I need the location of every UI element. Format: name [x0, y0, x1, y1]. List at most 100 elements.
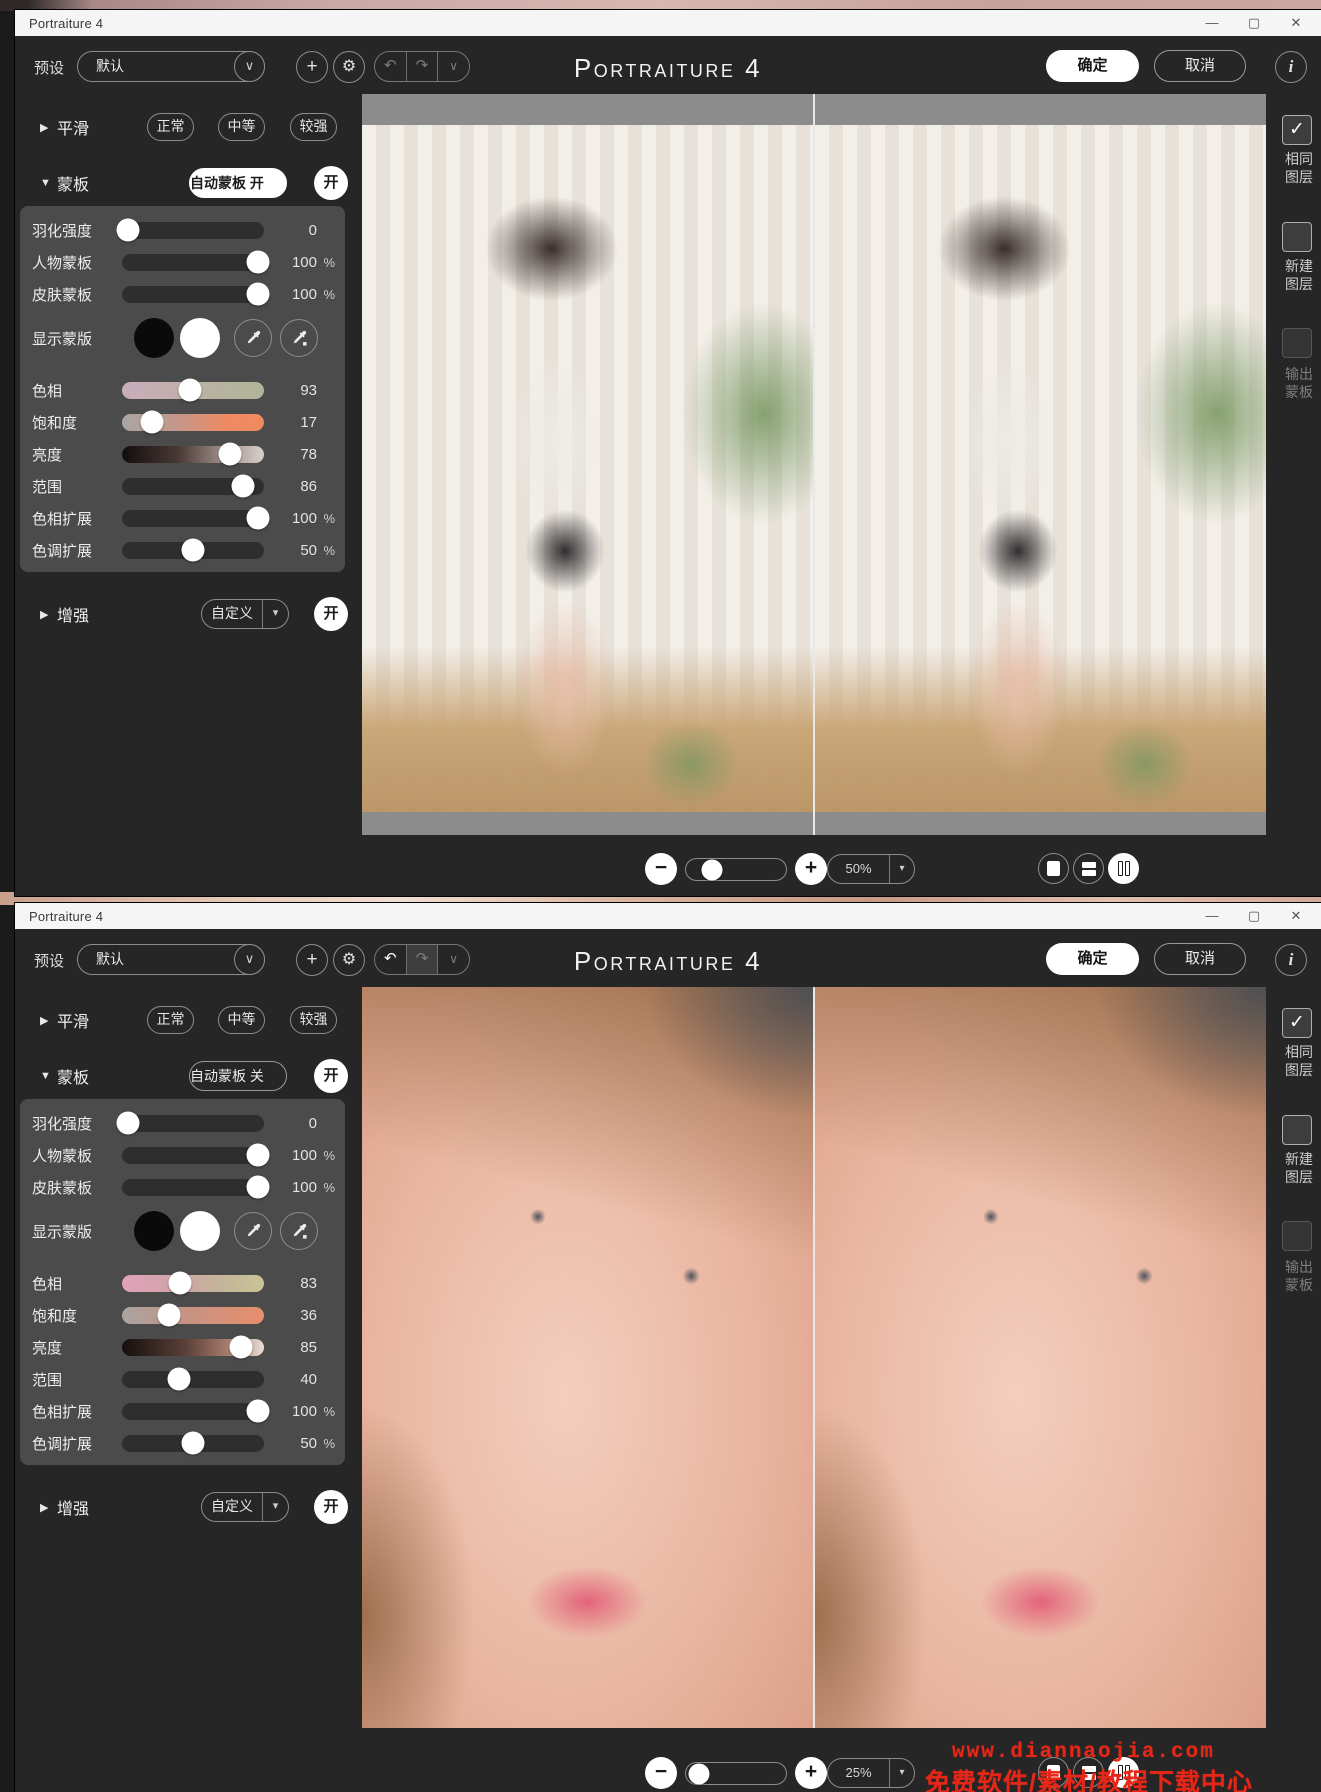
zoom-slider-knob[interactable] [702, 859, 723, 880]
collapsed-arrow-icon[interactable]: ▶ [40, 121, 54, 134]
smoothing-section-header[interactable]: ▶ 平滑 正常 中等 较强 [15, 1005, 360, 1035]
same-layer-checkbox[interactable]: ✓ [1282, 115, 1312, 145]
collapsed-arrow-icon[interactable]: ▶ [40, 608, 54, 621]
saturation-slider[interactable] [122, 1307, 264, 1324]
chevron-down-icon[interactable]: ∨ [234, 944, 265, 975]
smoothing-normal-button[interactable]: 正常 [147, 1006, 194, 1034]
output-mask-checkbox[interactable] [1282, 1221, 1312, 1251]
zoom-out-button[interactable]: − [645, 1757, 677, 1789]
slider-knob[interactable] [247, 1400, 270, 1423]
zoom-slider[interactable] [685, 1762, 787, 1785]
dropdown-arrow-icon[interactable]: ▾ [262, 1493, 288, 1521]
zoom-slider-knob[interactable] [689, 1763, 710, 1784]
minimize-icon[interactable]: — [1191, 903, 1233, 929]
preview-area[interactable] [362, 94, 1266, 835]
luminance-slider[interactable] [122, 446, 264, 463]
mask-section-header[interactable]: ▼ 蒙板 自动蒙板 开 开 [15, 168, 360, 198]
mask-power-toggle[interactable]: 开 [314, 166, 348, 200]
enhance-section-header[interactable]: ▶ 增强 自定义 ▾ 开 [15, 1492, 360, 1522]
add-preset-button[interactable]: + [296, 944, 328, 976]
hue-extend-slider[interactable] [122, 510, 264, 527]
eyedropper-icon[interactable] [234, 319, 272, 357]
split-divider[interactable] [813, 94, 815, 835]
slider-knob[interactable] [230, 1336, 253, 1359]
after-image[interactable] [815, 94, 1266, 835]
white-swatch[interactable] [180, 318, 220, 358]
saturation-slider[interactable] [122, 414, 264, 431]
new-layer-checkbox[interactable] [1282, 222, 1312, 252]
person-mask-slider[interactable] [122, 254, 264, 271]
maximize-icon[interactable]: ▢ [1233, 10, 1275, 36]
zoom-out-button[interactable]: − [645, 853, 677, 885]
eyedropper-add-icon[interactable] [280, 1212, 318, 1250]
redo-icon[interactable]: ↷ [407, 945, 439, 974]
hue-slider[interactable] [122, 382, 264, 399]
range-slider[interactable] [122, 478, 264, 495]
enhance-power-toggle[interactable]: 开 [314, 1490, 348, 1524]
output-mask-checkbox[interactable] [1282, 328, 1312, 358]
preset-dropdown[interactable]: 默认 ∨ [77, 51, 265, 82]
smoothing-medium-button[interactable]: 中等 [218, 1006, 265, 1034]
slider-knob[interactable] [231, 475, 254, 498]
undo-icon[interactable]: ↶ [375, 52, 407, 81]
chevron-down-icon[interactable]: ∨ [234, 51, 265, 82]
slider-knob[interactable] [247, 251, 270, 274]
ok-button[interactable]: 确定 [1046, 50, 1139, 82]
slider-knob[interactable] [169, 1272, 192, 1295]
mask-power-toggle[interactable]: 开 [314, 1059, 348, 1093]
cancel-button[interactable]: 取消 [1154, 943, 1246, 975]
auto-mask-button[interactable]: 自动蒙板 关 [189, 1061, 287, 1091]
history-chevron-icon[interactable]: ∨ [438, 52, 469, 81]
add-preset-button[interactable]: + [296, 51, 328, 83]
dropdown-arrow-icon[interactable]: ▾ [262, 600, 288, 628]
zoom-in-button[interactable]: + [795, 1757, 827, 1789]
gear-icon[interactable]: ⚙ [333, 944, 365, 976]
zoom-level-dropdown[interactable]: 50% ▾ [827, 854, 915, 884]
feather-slider[interactable] [122, 1115, 264, 1132]
collapsed-arrow-icon[interactable]: ▶ [40, 1014, 54, 1027]
zoom-in-button[interactable]: + [795, 853, 827, 885]
slider-knob[interactable] [116, 219, 139, 242]
dropdown-arrow-icon[interactable]: ▾ [889, 1759, 914, 1787]
minimize-icon[interactable]: — [1191, 10, 1233, 36]
preview-area[interactable] [362, 987, 1266, 1728]
enhance-preset-dropdown[interactable]: 自定义 ▾ [201, 599, 289, 629]
new-layer-checkbox[interactable] [1282, 1115, 1312, 1145]
hue-slider[interactable] [122, 1275, 264, 1292]
smoothing-section-header[interactable]: ▶ 平滑 正常 中等 较强 [15, 112, 360, 142]
enhance-power-toggle[interactable]: 开 [314, 597, 348, 631]
skin-mask-slider[interactable] [122, 1179, 264, 1196]
collapsed-arrow-icon[interactable]: ▶ [40, 1501, 54, 1514]
view-single-button[interactable] [1038, 853, 1069, 884]
tone-extend-slider[interactable] [122, 1435, 264, 1452]
feather-slider[interactable] [122, 222, 264, 239]
hue-extend-slider[interactable] [122, 1403, 264, 1420]
black-swatch[interactable] [134, 1211, 174, 1251]
smoothing-medium-button[interactable]: 中等 [218, 113, 265, 141]
redo-icon[interactable]: ↷ [407, 52, 439, 81]
enhance-preset-dropdown[interactable]: 自定义 ▾ [201, 1492, 289, 1522]
expanded-arrow-icon[interactable]: ▼ [40, 1070, 54, 1082]
expanded-arrow-icon[interactable]: ▼ [40, 177, 54, 189]
auto-mask-button[interactable]: 自动蒙板 开 [189, 168, 287, 198]
skin-mask-slider[interactable] [122, 286, 264, 303]
person-mask-slider[interactable] [122, 1147, 264, 1164]
same-layer-checkbox[interactable]: ✓ [1282, 1008, 1312, 1038]
slider-knob[interactable] [247, 507, 270, 530]
slider-knob[interactable] [182, 1432, 205, 1455]
view-split-vertical-button[interactable] [1108, 853, 1139, 884]
history-chevron-icon[interactable]: ∨ [438, 945, 469, 974]
after-image[interactable] [815, 987, 1266, 1728]
smoothing-strong-button[interactable]: 较强 [290, 1006, 337, 1034]
luminance-slider[interactable] [122, 1339, 264, 1356]
maximize-icon[interactable]: ▢ [1233, 903, 1275, 929]
ok-button[interactable]: 确定 [1046, 943, 1139, 975]
slider-knob[interactable] [247, 283, 270, 306]
mask-section-header[interactable]: ▼ 蒙板 自动蒙板 关 开 [15, 1061, 360, 1091]
tone-extend-slider[interactable] [122, 542, 264, 559]
range-slider[interactable] [122, 1371, 264, 1388]
slider-knob[interactable] [218, 443, 241, 466]
smoothing-strong-button[interactable]: 较强 [290, 113, 337, 141]
zoom-slider[interactable] [685, 858, 787, 881]
view-split-horizontal-button[interactable] [1073, 853, 1104, 884]
